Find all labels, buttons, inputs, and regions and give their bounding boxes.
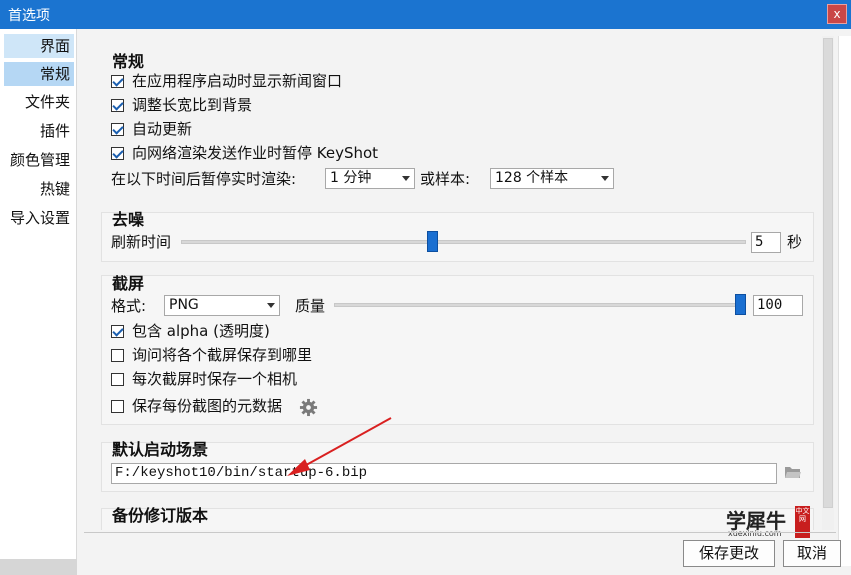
pause-time-value: 1 分钟 (330, 170, 372, 186)
annotation-arrow (287, 417, 392, 476)
sidebar-item-import-settings[interactable]: 导入设置 (4, 206, 74, 230)
refresh-time-label: 刷新时间 (111, 233, 172, 251)
sidebar-footer (0, 559, 77, 575)
option-label: 调整长宽比到背景 (132, 96, 253, 114)
title-bar: 首选项 x (0, 0, 851, 29)
samples-select[interactable]: 128 个样本 (490, 168, 614, 189)
sidebar-item-color-management[interactable]: 颜色管理 (4, 148, 74, 172)
checkbox[interactable] (111, 123, 124, 136)
pause-time-select[interactable]: 1 分钟 (325, 168, 415, 189)
checkbox[interactable] (111, 75, 124, 88)
settings-content: 常规 在应用程序启动时显示新闻窗口 调整长宽比到背景 自动更新 向网络渲染发送作… (84, 36, 824, 530)
option-label: 包含 alpha (透明度) (132, 322, 270, 340)
watermark-url: xuexiniu.com (728, 529, 782, 538)
refresh-time-input[interactable]: 5 (751, 232, 781, 253)
footer-divider (84, 532, 836, 533)
checkbox[interactable] (111, 325, 124, 338)
save-changes-button[interactable]: 保存更改 (683, 540, 775, 567)
format-row: 格式: (111, 295, 146, 317)
quality-input[interactable]: 100 (753, 295, 803, 316)
option-label: 每次截屏时保存一个相机 (132, 370, 298, 388)
sidebar-item-folders[interactable]: 文件夹 (4, 90, 74, 114)
chevron-down-icon (601, 176, 609, 181)
close-button[interactable]: x (827, 4, 847, 24)
or-samples-label: 或样本: (420, 170, 471, 188)
sidebar-item-interface[interactable]: 界面 (4, 34, 74, 58)
format-select[interactable]: PNG (164, 295, 280, 316)
option-label: 保存每份截图的元数据 (132, 397, 283, 415)
section-title-denoise: 去噪 (112, 210, 145, 229)
sidebar-item-hotkeys[interactable]: 热键 (4, 177, 74, 201)
format-label: 格式: (111, 297, 147, 315)
checkbox[interactable] (111, 400, 124, 413)
sidebar: 界面 常规 文件夹 插件 颜色管理 热键 导入设置 (0, 29, 77, 575)
refresh-time-slider-thumb[interactable] (427, 231, 438, 252)
quality-row: 质量 (295, 295, 325, 317)
section-title-general: 常规 (112, 52, 145, 71)
refresh-unit: 秒 (787, 233, 803, 251)
folder-icon[interactable] (784, 464, 802, 480)
window-title: 首选项 (8, 8, 50, 24)
option-label: 询问将各个截屏保存到哪里 (132, 346, 313, 364)
chevron-down-icon (267, 303, 275, 308)
section-title-startup-scene: 默认启动场景 (112, 440, 209, 459)
sidebar-item-general[interactable]: 常规 (4, 62, 74, 86)
or-samples-row: 或样本: (420, 168, 470, 190)
refresh-time-row: 刷新时间 (111, 231, 171, 253)
quality-label: 质量 (295, 297, 326, 315)
option-label: 在应用程序启动时显示新闻窗口 (132, 72, 343, 90)
checkbox[interactable] (111, 373, 124, 386)
refresh-time-slider[interactable] (181, 240, 746, 244)
checkbox[interactable] (111, 349, 124, 362)
panel-denoise (101, 212, 814, 262)
section-title-backup: 备份修订版本 (112, 506, 209, 525)
refresh-unit-row: 秒 (787, 231, 802, 253)
window-edge (838, 36, 851, 566)
chevron-down-icon (402, 176, 410, 181)
checkbox[interactable] (111, 147, 124, 160)
startup-scene-path-input[interactable]: F:/keyshot10/bin/startup-6.bip (111, 463, 777, 484)
checkbox[interactable] (111, 99, 124, 112)
scrollbar-thumb[interactable] (823, 38, 833, 508)
vertical-scrollbar[interactable] (822, 36, 834, 530)
watermark-seal: 中文网 (795, 506, 810, 538)
option-label: 向网络渲染发送作业时暂停 KeyShot (132, 144, 379, 162)
samples-value: 128 个样本 (495, 170, 569, 186)
section-title-screenshot: 截屏 (112, 274, 145, 293)
pause-label: 在以下时间后暂停实时渲染: (111, 170, 297, 188)
format-value: PNG (169, 297, 199, 313)
quality-slider-thumb[interactable] (735, 294, 746, 315)
watermark-logo: 学犀牛 xuexiniu.com 中文网 (722, 505, 812, 539)
sidebar-item-plugins[interactable]: 插件 (4, 119, 74, 143)
cancel-button[interactable]: 取消 (783, 540, 841, 567)
option-label: 自动更新 (132, 120, 193, 138)
quality-slider[interactable] (334, 303, 744, 307)
